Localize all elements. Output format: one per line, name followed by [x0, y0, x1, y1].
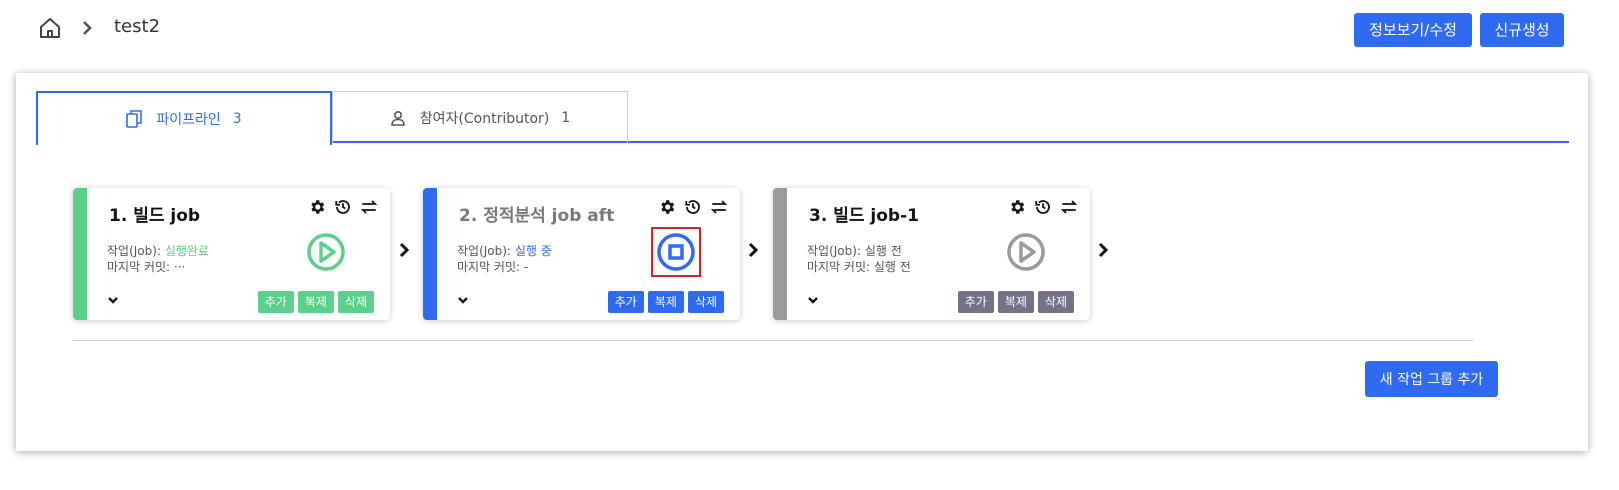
create-new-button[interactable]: 신규생성: [1480, 13, 1564, 47]
job-actions: 추가 복제 삭제: [607, 291, 724, 313]
job-status-bar: [773, 188, 787, 320]
job-card: 1. 빌드 job 작업(Job): 실행완료 마지막 커밋: ··· 추가 복…: [73, 188, 390, 320]
last-commit-value: 실행 전: [873, 260, 911, 274]
tab-pipeline-count: 3: [232, 111, 242, 127]
play-circle-icon[interactable]: [305, 231, 347, 273]
last-commit-value: -: [523, 260, 529, 274]
job-tools: [658, 198, 728, 216]
history-icon[interactable]: [1034, 198, 1052, 216]
job-status-bar: [73, 188, 87, 320]
breadcrumb-current: test2: [114, 16, 161, 37]
tab-contributor-count: 1: [561, 109, 571, 126]
job-card: 3. 빌드 job-1 작업(Job): 실행 전 마지막 커밋: 실행 전 추…: [773, 188, 1090, 320]
play-circle-icon[interactable]: [1005, 231, 1047, 273]
delete-job-button[interactable]: 삭제: [337, 291, 374, 313]
job-status-text: 실행 전: [864, 244, 902, 258]
copy-job-button[interactable]: 복제: [997, 291, 1034, 313]
last-commit-label: 마지막 커밋:: [107, 260, 174, 274]
chevron-right-icon: [1098, 242, 1109, 258]
add-job-button[interactable]: 추가: [957, 291, 994, 313]
job-info: 작업(Job): 실행완료 마지막 커밋: ···: [107, 243, 209, 275]
delete-job-button[interactable]: 삭제: [687, 291, 724, 313]
last-commit-label: 마지막 커밋:: [807, 260, 874, 274]
swap-icon[interactable]: [360, 198, 378, 216]
tab-contributor-label: 참여자(Contributor): [419, 110, 550, 127]
job-title: 2. 정적분석 job aft: [459, 206, 615, 226]
add-job-button[interactable]: 추가: [607, 291, 644, 313]
chevron-right-icon: [83, 21, 92, 35]
job-info: 작업(Job): 실행 전 마지막 커밋: 실행 전: [807, 243, 911, 275]
chevron-right-icon: [399, 242, 410, 258]
job-label: 작업(Job):: [457, 244, 515, 258]
job-title: 3. 빌드 job-1: [809, 206, 919, 226]
highlight-box: [651, 227, 701, 277]
chevron-down-icon[interactable]: [457, 294, 469, 306]
tab-pipeline-label: 파이프라인: [156, 112, 221, 128]
tab-pipeline[interactable]: 파이프라인 3: [36, 91, 332, 145]
job-info: 작업(Job): 실행 중 마지막 커밋: -: [457, 243, 552, 275]
view-edit-button[interactable]: 정보보기/수정: [1354, 13, 1472, 47]
chevron-right-icon: [748, 242, 759, 258]
add-job-button[interactable]: 추가: [257, 291, 294, 313]
job-title: 1. 빌드 job: [109, 206, 201, 226]
gear-icon[interactable]: [308, 198, 326, 216]
home-icon[interactable]: [38, 16, 62, 40]
delete-job-button[interactable]: 삭제: [1037, 291, 1074, 313]
tab-contributor[interactable]: 참여자(Contributor) 1: [332, 91, 628, 143]
chevron-down-icon[interactable]: [107, 294, 119, 306]
pipeline-panel: 파이프라인 3 참여자(Contributor) 1 1. 빌드 job 작업(…: [16, 73, 1588, 451]
gear-icon[interactable]: [1008, 198, 1026, 216]
chevron-down-icon[interactable]: [807, 294, 819, 306]
job-status-bar: [423, 188, 437, 320]
top-bar: test2 정보보기/수정 신규생성: [0, 0, 1619, 60]
history-icon[interactable]: [334, 198, 352, 216]
swap-icon[interactable]: [710, 198, 728, 216]
job-label: 작업(Job):: [107, 244, 165, 258]
last-commit-label: 마지막 커밋:: [457, 260, 524, 274]
gear-icon[interactable]: [658, 198, 676, 216]
job-actions: 추가 복제 삭제: [257, 291, 374, 313]
user-icon: [390, 110, 405, 126]
swap-icon[interactable]: [1060, 198, 1078, 216]
job-status-text: 실행 중: [514, 244, 552, 258]
job-label: 작업(Job):: [807, 244, 865, 258]
add-job-group-button[interactable]: 새 작업 그룹 추가: [1365, 361, 1498, 397]
job-tools: [1008, 198, 1078, 216]
last-commit-value: ···: [173, 260, 186, 274]
job-card: 2. 정적분석 job aft 작업(Job): 실행 중 마지막 커밋: - …: [423, 188, 740, 320]
history-icon[interactable]: [684, 198, 702, 216]
tab-bar: 파이프라인 3 참여자(Contributor) 1: [36, 91, 1569, 145]
job-status-text: 실행완료: [164, 244, 209, 258]
document-copy-icon: [126, 110, 143, 128]
copy-job-button[interactable]: 복제: [647, 291, 684, 313]
copy-job-button[interactable]: 복제: [297, 291, 334, 313]
divider: [73, 340, 1474, 341]
job-actions: 추가 복제 삭제: [957, 291, 1074, 313]
job-tools: [308, 198, 378, 216]
